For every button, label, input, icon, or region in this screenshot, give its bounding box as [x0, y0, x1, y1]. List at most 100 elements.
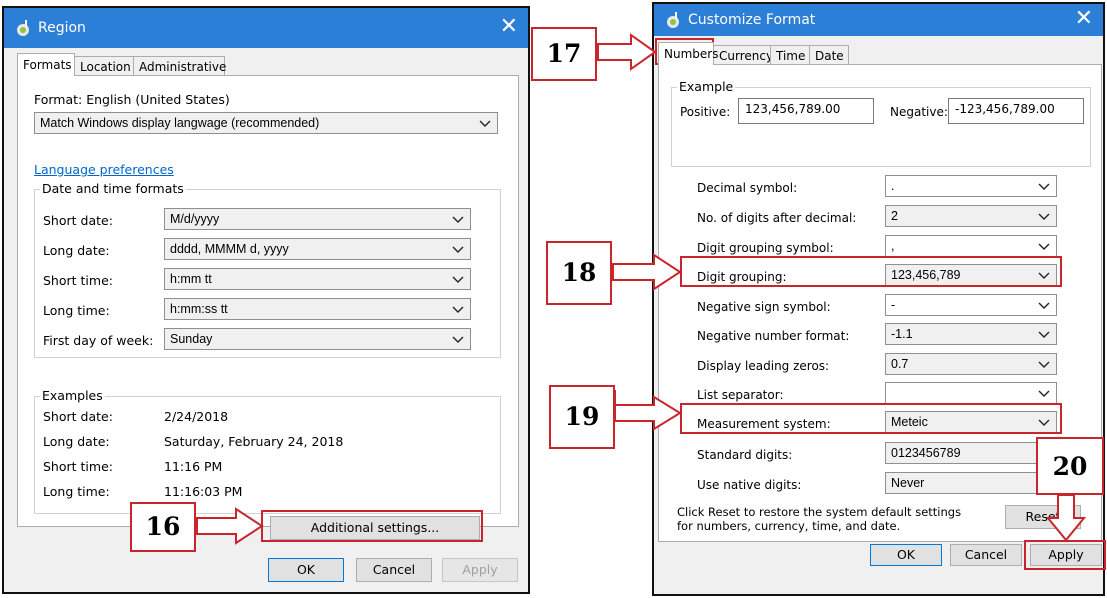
chevron-down-icon — [1038, 331, 1050, 338]
region-tabs: Formats Location Administrative — [17, 53, 257, 77]
customize-ok-button[interactable]: OK — [870, 544, 942, 566]
format-label: Format: English (United States) — [34, 92, 230, 107]
example-long-time-label: Long time: — [43, 484, 110, 499]
negative-number-format-label: Negative number format: — [697, 329, 850, 343]
native-digits-dropdown[interactable]: Never — [885, 472, 1057, 494]
chevron-down-icon — [479, 120, 491, 127]
tab-numbers[interactable]: Numbers — [658, 42, 718, 65]
arrow-16-icon — [196, 507, 264, 545]
example-short-time-label: Short time: — [43, 459, 113, 474]
short-time-dropdown[interactable]: h:mm tt — [164, 268, 471, 290]
region-apply-button[interactable]: Apply — [442, 558, 518, 582]
chevron-down-icon — [1038, 213, 1050, 220]
highlight-measurement-system — [680, 403, 1062, 434]
examples-group: Examples Short date: 2/24/2018 Long date… — [34, 388, 501, 514]
region-app-icon — [17, 20, 29, 36]
chevron-down-icon — [452, 216, 464, 223]
chevron-down-icon — [1038, 302, 1050, 309]
short-date-label: Short date: — [43, 213, 113, 228]
leading-zeros-dropdown[interactable]: 0.7 — [885, 353, 1057, 375]
tab-currency[interactable]: Currency — [713, 45, 773, 64]
tab-location[interactable]: Location — [74, 56, 134, 75]
decimal-symbol-dropdown[interactable]: . — [885, 175, 1057, 197]
long-time-dropdown[interactable]: h:mm:ss tt — [164, 298, 471, 320]
datetime-group-title: Date and time formats — [40, 181, 186, 196]
close-icon[interactable]: ✕ — [500, 14, 518, 40]
region-window: Region ✕ Formats Location Administrative… — [2, 6, 530, 594]
long-date-label: Long date: — [43, 243, 110, 258]
short-time-label: Short time: — [43, 273, 113, 288]
arrow-17-icon — [597, 33, 657, 71]
tab-date[interactable]: Date — [809, 45, 849, 64]
example-long-date-value: Saturday, February 24, 2018 — [164, 434, 344, 449]
callout-16: 16 — [130, 502, 196, 552]
tab-formats[interactable]: Formats — [17, 53, 75, 76]
standard-digits-dropdown[interactable]: 0123456789 — [885, 442, 1057, 464]
leading-zeros-label: Display leading zeros: — [697, 359, 830, 373]
digit-grouping-symbol-label: Digit grouping symbol: — [697, 241, 834, 255]
first-day-label: First day of week: — [43, 333, 154, 348]
chevron-down-icon — [452, 336, 464, 343]
negative-example-field: -123,456,789.00 — [948, 98, 1084, 124]
positive-label: Positive: — [680, 105, 731, 119]
close-icon[interactable]: ✕ — [1075, 6, 1093, 32]
list-separator-dropdown[interactable] — [885, 382, 1057, 404]
example-group: Example Positive: 123,456,789.00 Negativ… — [671, 79, 1091, 167]
positive-example-field: 123,456,789.00 — [738, 98, 874, 124]
first-day-dropdown[interactable]: Sunday — [164, 328, 471, 350]
region-titlebar[interactable]: Region ✕ — [4, 8, 528, 48]
digits-after-decimal-label: No. of digits after decimal: — [697, 211, 857, 225]
format-dropdown[interactable]: Match Windows display langwage (recommen… — [34, 112, 498, 134]
short-date-dropdown[interactable]: M/d/yyyy — [164, 208, 471, 230]
example-short-date-value: 2/24/2018 — [164, 409, 229, 424]
chevron-down-icon — [452, 306, 464, 313]
callout-18: 18 — [546, 241, 612, 305]
callout-19: 19 — [549, 385, 615, 449]
format-value: Match Windows display langwage (recommen… — [40, 116, 320, 130]
arrow-18-icon — [612, 253, 682, 291]
chevron-down-icon — [452, 276, 464, 283]
arrow-20-icon — [1045, 494, 1087, 542]
datetime-formats-group: Date and time formats Short date: M/d/yy… — [34, 181, 501, 358]
example-short-date-label: Short date: — [43, 409, 113, 424]
callout-17: 17 — [531, 27, 597, 81]
chevron-down-icon — [1038, 390, 1050, 397]
region-cancel-button[interactable]: Cancel — [356, 558, 432, 582]
highlight-digit-grouping — [680, 256, 1062, 287]
example-short-time-value: 11:16 PM — [164, 459, 223, 474]
tab-administrative[interactable]: Administrative — [133, 56, 226, 75]
negative-number-format-dropdown[interactable]: -1.1 — [885, 323, 1057, 345]
formats-panel: Format: English (United States) Match Wi… — [17, 75, 519, 527]
arrow-19-icon — [614, 390, 682, 431]
long-date-dropdown[interactable]: dddd, MMMM d, yyyy — [164, 238, 471, 260]
negative-sign-dropdown[interactable]: - — [885, 294, 1057, 316]
customize-cancel-button[interactable]: Cancel — [950, 544, 1022, 566]
negative-sign-label: Negative sign symbol: — [697, 300, 831, 314]
customize-tabs: Numbers Currency Time Date — [658, 42, 898, 66]
example-long-time-value: 11:16:03 PM — [164, 484, 243, 499]
chevron-down-icon — [1038, 361, 1050, 368]
region-ok-button[interactable]: OK — [268, 558, 344, 582]
customize-titlebar[interactable]: Customize Format ✕ — [654, 4, 1103, 36]
decimal-symbol-label: Decimal symbol: — [697, 181, 798, 195]
example-group-title: Example — [677, 79, 736, 94]
list-separator-label: List separator: — [697, 388, 784, 402]
digits-after-decimal-dropdown[interactable]: 2 — [885, 205, 1057, 227]
language-preferences-link[interactable]: Language preferences — [34, 162, 174, 177]
long-time-label: Long time: — [43, 303, 110, 318]
digit-grouping-symbol-dropdown[interactable]: , — [885, 235, 1057, 257]
chevron-down-icon — [452, 246, 464, 253]
customize-title: Customize Format — [688, 12, 816, 28]
chevron-down-icon — [1038, 183, 1050, 190]
callout-20: 20 — [1036, 437, 1104, 495]
tab-time[interactable]: Time — [770, 45, 810, 64]
highlight-additional-settings — [261, 510, 483, 542]
reset-note: Click Reset to restore the system defaul… — [677, 505, 962, 533]
customize-format-window: Customize Format ✕ Numbers Currency Time… — [652, 2, 1105, 596]
chevron-down-icon — [1038, 243, 1050, 250]
native-digits-label: Use native digits: — [697, 478, 802, 492]
standard-digits-label: Standard digits: — [697, 448, 793, 462]
highlight-apply — [1024, 540, 1106, 570]
negative-label: Negative: — [890, 105, 948, 119]
region-title: Region — [38, 20, 86, 36]
